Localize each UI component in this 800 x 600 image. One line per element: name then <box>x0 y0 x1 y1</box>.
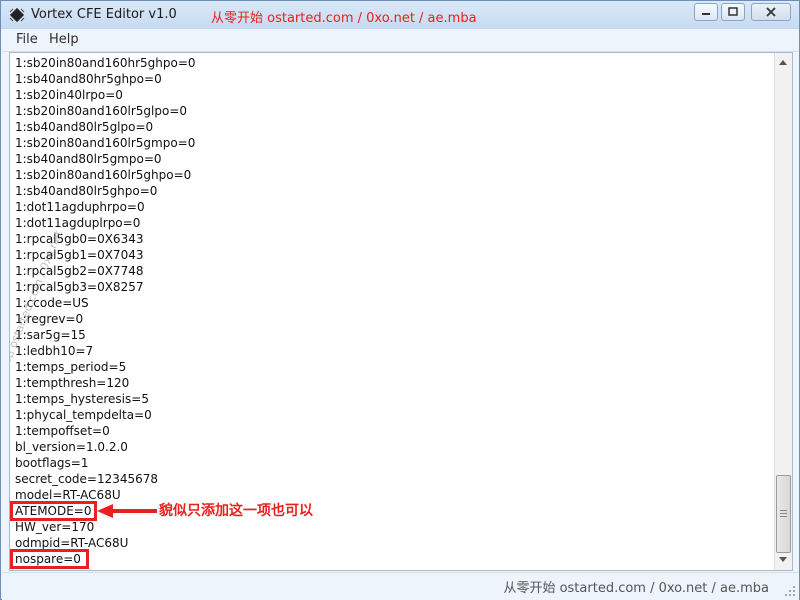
title-bar[interactable]: Vortex CFE Editor v1.0 从零开始 ostarted.com… <box>1 1 799 29</box>
editor-line: 1:tempoffset=0 <box>15 424 110 438</box>
editor-line: secret_code=12345678 <box>15 472 159 486</box>
editor-lines: 1:sb20in80and160hr5ghpo=0 1:sb40and80hr5g… <box>15 55 196 567</box>
highlight-box-nospare <box>10 549 89 569</box>
annotation-text: 貌似只添加这一项也可以 <box>159 503 313 519</box>
editor-line: 1:dot11agduplrpo=0 <box>15 216 141 230</box>
scroll-down-button[interactable] <box>777 553 789 567</box>
arrow-down-icon <box>779 557 787 562</box>
editor-line: 1:ledbh10=7 <box>15 344 94 358</box>
minimize-icon <box>702 13 710 15</box>
editor-line: HW_ver=170 <box>15 520 95 534</box>
close-button[interactable] <box>751 3 791 21</box>
highlight-box-atemode <box>10 501 97 521</box>
editor-line: 1:sb40and80lr5glpo=0 <box>15 120 154 134</box>
menu-help[interactable]: Help <box>49 32 79 47</box>
annotation-arrow-icon <box>97 504 157 518</box>
editor-line: 1:sb20in80and160lr5ghpo=0 <box>15 168 192 182</box>
window-title: Vortex CFE Editor v1.0 <box>31 7 177 22</box>
editor-line: 1:sb40and80lr5ghpo=0 <box>15 184 158 198</box>
scroll-thumb[interactable] <box>776 475 791 553</box>
maximize-icon <box>728 7 738 16</box>
editor-line: 1:temps_hysteresis=5 <box>15 392 149 406</box>
editor-line: 1:phycal_tempdelta=0 <box>15 408 152 422</box>
resize-grip-icon[interactable] <box>784 585 796 597</box>
editor-line: bl_version=1.0.2.0 <box>15 440 128 454</box>
text-editor[interactable]: 1:sb20in80and160hr5ghpo=0 1:sb40and80hr5g… <box>9 52 793 571</box>
editor-line: 1:sb20in80and160lr5glpo=0 <box>15 104 188 118</box>
editor-line: 1:tempthresh=120 <box>15 376 130 390</box>
vertical-scrollbar[interactable] <box>774 53 792 570</box>
editor-line: 1:sb20in40lrpo=0 <box>15 88 123 102</box>
editor-line: bootflags=1 <box>15 456 89 470</box>
title-watermark: 从零开始 ostarted.com / 0xo.net / ae.mba <box>211 11 477 26</box>
editor-line: 1:sb20in80and160lr5gmpo=0 <box>15 136 196 150</box>
editor-line: 1:sb40and80hr5ghpo=0 <box>15 72 162 86</box>
status-watermark: 从零开始 ostarted.com / 0xo.net / ae.mba <box>503 581 769 596</box>
editor-line: 1:regrev=0 <box>15 312 84 326</box>
editor-line: 1:rpcal5gb0=0X6343 <box>15 232 144 246</box>
maximize-button[interactable] <box>721 3 745 21</box>
minimize-button[interactable] <box>694 3 718 21</box>
status-bar: 从零开始 ostarted.com / 0xo.net / ae.mba <box>2 572 799 600</box>
editor-line: 1:dot11agduphrpo=0 <box>15 200 145 214</box>
editor-line: 1:sar5g=15 <box>15 328 86 342</box>
menu-file[interactable]: File <box>16 32 38 47</box>
app-window: Vortex CFE Editor v1.0 从零开始 ostarted.com… <box>0 0 800 600</box>
chip-icon <box>9 7 25 23</box>
editor-line: 1:temps_period=5 <box>15 360 127 374</box>
close-icon <box>766 7 776 17</box>
editor-line: 1:sb40and80lr5gmpo=0 <box>15 152 162 166</box>
editor-line: 1:ccode=US <box>15 296 89 310</box>
scroll-up-button[interactable] <box>777 55 789 69</box>
editor-line: 1:sb20in80and160hr5ghpo=0 <box>15 56 196 70</box>
arrow-up-icon <box>779 60 787 65</box>
menu-bar: File Help <box>2 29 799 52</box>
